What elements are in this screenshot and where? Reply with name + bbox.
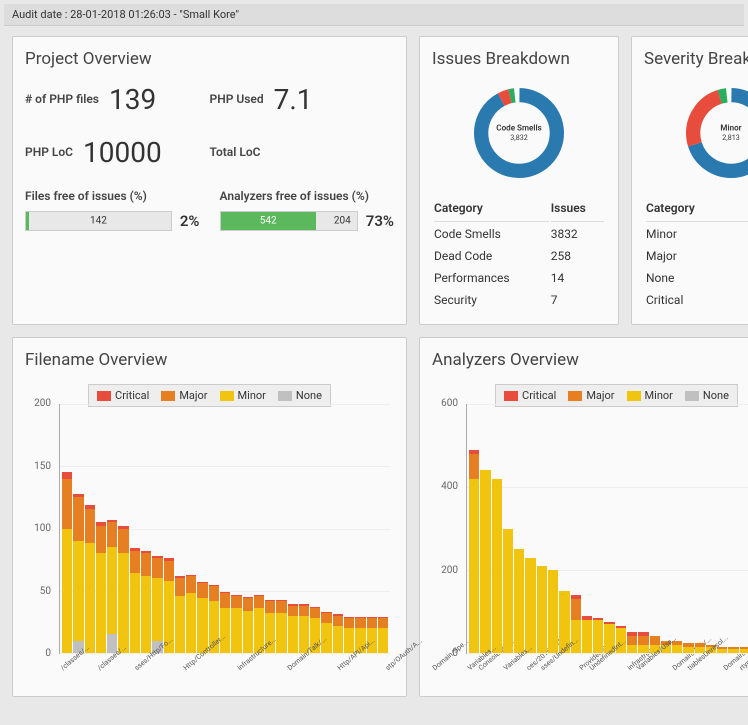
table-row: Performances14 (434, 268, 604, 288)
audit-bar: Audit date : 28-01-2018 01:26:03 - "Smal… (4, 4, 744, 26)
chart-bar (118, 404, 128, 653)
chart-bar (571, 404, 581, 653)
analyzers-free-pct: 73% (366, 212, 394, 230)
chart-bar (492, 404, 502, 653)
chart-bar (548, 404, 558, 653)
analyzers-overview-panel: Analyzers Overview Critical Major Minor … (419, 337, 748, 697)
chart-bar (152, 404, 162, 653)
severity-breakdown-title: Severity Breakdo (644, 49, 748, 69)
chart-bar (231, 404, 241, 653)
table-row: Dead Code258 (434, 246, 604, 266)
table-row: Major1 (646, 246, 748, 266)
chart-bar (164, 404, 174, 653)
filename-overview-panel: Filename Overview Critical Major Minor N… (12, 337, 407, 697)
chart-bar (265, 404, 275, 653)
chart-bar (616, 404, 626, 653)
analyzers-free-bar: 542 204 (220, 211, 358, 231)
chart-bar (582, 404, 592, 653)
svg-text:2,813: 2,813 (722, 133, 739, 142)
filename-overview-title: Filename Overview (25, 350, 394, 370)
issues-breakdown-title: Issues Breakdown (432, 49, 606, 69)
chart-bar (243, 404, 253, 653)
files-free-label: Files free of issues (%) (25, 189, 200, 203)
chart-bar (62, 404, 72, 653)
chart-bar (254, 404, 264, 653)
files-free-pct: 2% (180, 212, 200, 230)
table-row: None (646, 268, 748, 288)
chart-bar (209, 404, 219, 653)
table-row: Code Smells3832 (434, 224, 604, 244)
chart-bar (525, 404, 535, 653)
chart-bar (276, 404, 286, 653)
chart-bar (537, 404, 547, 653)
chart-bar (604, 404, 614, 653)
severity-donut: Minor 2,813 (681, 83, 748, 183)
chart-bar (728, 404, 738, 653)
chart-bar (695, 404, 705, 653)
chart-bar (175, 404, 185, 653)
chart-bar (197, 404, 207, 653)
chart-bar (638, 404, 648, 653)
chart-bar (717, 404, 727, 653)
table-row: Security7 (434, 290, 604, 310)
chart-bar (706, 404, 716, 653)
svg-text:Minor: Minor (720, 123, 741, 133)
chart-bar (288, 404, 298, 653)
chart-bar (96, 404, 106, 653)
chart-bar (85, 404, 95, 653)
chart-bar (333, 404, 343, 653)
severity-breakdown-panel: Severity Breakdo Minor 2,813 CategoryIs … (631, 36, 748, 325)
chart-bar (593, 404, 603, 653)
chart-bar (310, 404, 320, 653)
project-overview-panel: Project Overview # of PHP files 139 PHP … (12, 36, 407, 325)
filename-chart: Critical Major Minor None 050100150200 /… (25, 384, 394, 694)
chart-bar (130, 404, 140, 653)
chart-bar (355, 404, 365, 653)
php-loc-value: 10000 (83, 136, 162, 169)
chart-bar (73, 404, 83, 653)
chart-bar (627, 404, 637, 653)
issues-donut: Code Smells 3,832 (469, 83, 569, 183)
chart-bar (480, 404, 490, 653)
chart-bar (683, 404, 693, 653)
php-files-label: # of PHP files (25, 92, 99, 106)
chart-bar (378, 404, 388, 653)
chart-bar (503, 404, 513, 653)
chart-bar (321, 404, 331, 653)
chart-bar (107, 404, 117, 653)
php-used-value: 7.1 (274, 83, 313, 116)
table-row: Minor2 (646, 224, 748, 244)
chart-bar (186, 404, 196, 653)
chart-bar (559, 404, 569, 653)
files-free-bar: 142 (25, 211, 172, 231)
analyzers-free-inner: 542 (260, 216, 277, 227)
chart-bar (469, 404, 479, 653)
php-used-label: PHP Used (210, 92, 264, 106)
php-loc-label: PHP LoC (25, 145, 73, 159)
chart-bar (220, 404, 230, 653)
files-free-inner: 142 (90, 216, 107, 227)
severity-table: CategoryIs Minor2Major1NoneCritical (644, 199, 748, 312)
chart-bar (740, 404, 748, 653)
analyzers-free-label: Analyzers free of issues (%) (220, 189, 395, 203)
analyzers-free-extra: 204 (334, 216, 351, 227)
chart-bar (141, 404, 151, 653)
chart-bar (650, 404, 660, 653)
svg-text:3,832: 3,832 (510, 133, 527, 142)
chart-bar (672, 404, 682, 653)
svg-text:Code Smells: Code Smells (496, 123, 541, 133)
total-loc-label: Total LoC (210, 145, 261, 159)
chart-bar (367, 404, 377, 653)
analyzers-chart: Critical Major Minor None 0200400600 Var… (432, 384, 748, 694)
chart-bar (661, 404, 671, 653)
analyzers-overview-title: Analyzers Overview (432, 350, 748, 370)
php-files-value: 139 (109, 83, 156, 116)
chart-bar (514, 404, 524, 653)
chart-bar (299, 404, 309, 653)
issues-table: CategoryIssues Code Smells3832Dead Code2… (432, 199, 606, 312)
table-row: Critical (646, 290, 748, 310)
project-overview-title: Project Overview (25, 49, 394, 69)
issues-breakdown-panel: Issues Breakdown Code Smells 3,832 Categ… (419, 36, 619, 325)
chart-bar (344, 404, 354, 653)
